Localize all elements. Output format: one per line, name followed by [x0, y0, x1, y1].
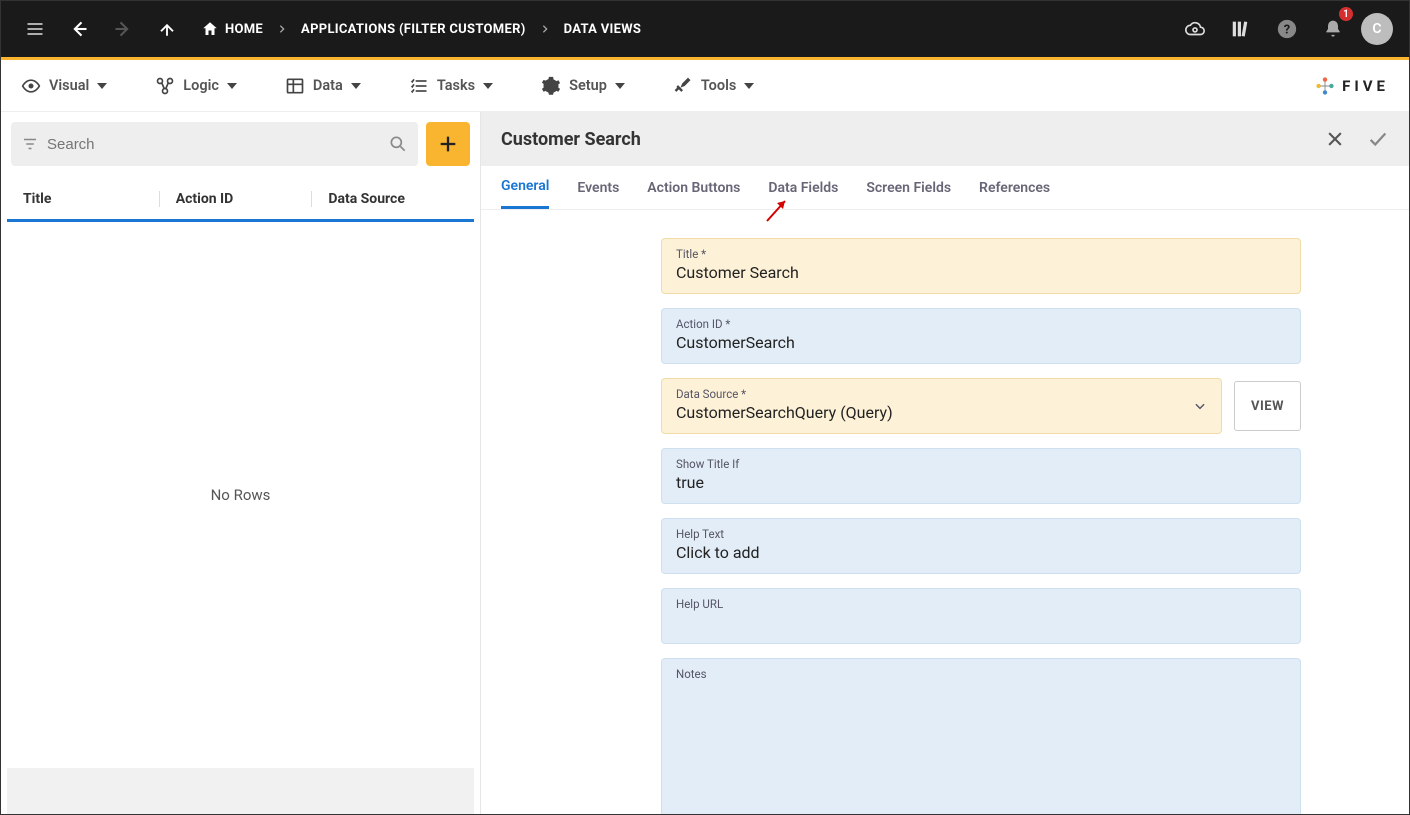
- left-panel: Title Action ID Data Source No Rows: [1, 112, 481, 814]
- filter-icon: [21, 135, 39, 153]
- field-notes-value: [676, 683, 1286, 703]
- th-data-source[interactable]: Data Source: [312, 191, 458, 207]
- plus-icon: [437, 133, 459, 155]
- menu-logic-label: Logic: [183, 77, 219, 94]
- close-button[interactable]: [1325, 129, 1345, 149]
- avatar-letter: C: [1372, 21, 1381, 37]
- field-title-label: Title *: [676, 247, 1286, 261]
- search-input[interactable]: [39, 136, 388, 153]
- tabs: General Events Action Buttons Data Field…: [481, 166, 1409, 210]
- field-action-id[interactable]: Action ID * CustomerSearch: [661, 308, 1301, 364]
- tab-general[interactable]: General: [501, 166, 549, 209]
- field-title[interactable]: Title * Customer Search: [661, 238, 1301, 294]
- menu-setup[interactable]: Setup: [541, 76, 625, 96]
- close-icon: [1325, 129, 1345, 149]
- crumb-applications-label: APPLICATIONS (FILTER CUSTOMER): [301, 22, 526, 37]
- caret-down-icon: [744, 81, 754, 91]
- svg-text:?: ?: [1284, 23, 1290, 38]
- field-show-title-if-value: true: [676, 473, 1286, 493]
- th-action-id[interactable]: Action ID: [160, 191, 313, 207]
- notifications-icon[interactable]: 1: [1315, 11, 1351, 47]
- field-data-source[interactable]: Data Source * CustomerSearchQuery (Query…: [661, 378, 1222, 434]
- menu-data[interactable]: Data: [285, 76, 361, 96]
- check-icon: [1367, 128, 1389, 150]
- field-action-id-label: Action ID *: [676, 317, 1286, 331]
- back-icon[interactable]: [61, 11, 97, 47]
- field-notes-label: Notes: [676, 667, 1286, 681]
- chevron-down-icon[interactable]: [1193, 399, 1207, 413]
- field-help-url-value: [676, 613, 1286, 633]
- forward-icon: [105, 11, 141, 47]
- help-icon[interactable]: ?: [1269, 11, 1305, 47]
- library-icon[interactable]: [1223, 11, 1259, 47]
- breadcrumb: HOME APPLICATIONS (FILTER CUSTOMER) DATA…: [201, 20, 641, 38]
- brand-logo: FIVE: [1314, 75, 1389, 97]
- avatar[interactable]: C: [1361, 13, 1393, 45]
- menu-visual-label: Visual: [49, 77, 89, 94]
- notification-badge: 1: [1339, 7, 1353, 21]
- crumb-applications[interactable]: APPLICATIONS (FILTER CUSTOMER): [301, 22, 526, 37]
- caret-down-icon: [97, 81, 107, 91]
- tab-data-fields[interactable]: Data Fields: [768, 166, 838, 209]
- table-header: Title Action ID Data Source: [7, 178, 474, 222]
- field-help-text[interactable]: Help Text Click to add: [661, 518, 1301, 574]
- field-data-source-label: Data Source *: [676, 387, 1207, 401]
- caret-down-icon: [483, 81, 493, 91]
- form-area[interactable]: Title * Customer Search Action ID * Cust…: [481, 210, 1409, 814]
- crumb-data-views[interactable]: DATA VIEWS: [564, 22, 642, 37]
- brand-name: FIVE: [1342, 77, 1389, 95]
- field-help-url-label: Help URL: [676, 597, 1286, 611]
- chevron-right-icon: [277, 24, 287, 34]
- field-notes[interactable]: Notes: [661, 658, 1301, 814]
- chevron-right-icon: [540, 24, 550, 34]
- no-rows-label: No Rows: [7, 222, 474, 768]
- view-button[interactable]: VIEW: [1234, 381, 1301, 431]
- view-button-label: VIEW: [1251, 399, 1284, 414]
- tab-references[interactable]: References: [979, 166, 1050, 209]
- left-footer: [7, 768, 474, 814]
- field-help-text-label: Help Text: [676, 527, 1286, 541]
- crumb-data-views-label: DATA VIEWS: [564, 22, 642, 37]
- menu-logic[interactable]: Logic: [155, 76, 237, 96]
- field-help-url[interactable]: Help URL: [661, 588, 1301, 644]
- field-help-text-value: Click to add: [676, 543, 1286, 563]
- add-button[interactable]: [426, 122, 470, 166]
- cloud-icon[interactable]: [1177, 11, 1213, 47]
- confirm-button[interactable]: [1367, 128, 1389, 150]
- menu-tools[interactable]: Tools: [673, 76, 754, 96]
- up-icon[interactable]: [149, 11, 185, 47]
- field-show-title-if[interactable]: Show Title If true: [661, 448, 1301, 504]
- menu-tools-label: Tools: [701, 77, 736, 94]
- field-action-id-value: CustomerSearch: [676, 333, 1286, 353]
- crumb-home[interactable]: HOME: [201, 20, 263, 38]
- panel-title: Customer Search: [501, 129, 641, 150]
- menu-tasks[interactable]: Tasks: [409, 76, 493, 96]
- caret-down-icon: [227, 81, 237, 91]
- search-icon[interactable]: [388, 134, 408, 154]
- menu-data-label: Data: [313, 77, 343, 94]
- search-input-wrap[interactable]: [11, 122, 418, 166]
- panel-header: Customer Search: [481, 112, 1409, 166]
- tab-action-buttons[interactable]: Action Buttons: [647, 166, 740, 209]
- caret-down-icon: [351, 81, 361, 91]
- crumb-home-label: HOME: [225, 22, 263, 37]
- menu-visual[interactable]: Visual: [21, 76, 107, 96]
- th-title[interactable]: Title: [23, 191, 160, 207]
- field-show-title-if-label: Show Title If: [676, 457, 1286, 471]
- menubar: Visual Logic Data Tasks Setup: [1, 60, 1409, 112]
- caret-down-icon: [615, 81, 625, 91]
- field-title-value: Customer Search: [676, 263, 1286, 283]
- menu-tasks-label: Tasks: [437, 77, 475, 94]
- field-data-source-value: CustomerSearchQuery (Query): [676, 403, 1207, 423]
- menu-setup-label: Setup: [569, 77, 607, 94]
- tab-screen-fields[interactable]: Screen Fields: [866, 166, 951, 209]
- right-panel: Customer Search General Events Action Bu…: [481, 112, 1409, 814]
- topbar: HOME APPLICATIONS (FILTER CUSTOMER) DATA…: [1, 1, 1409, 57]
- tab-events[interactable]: Events: [577, 166, 619, 209]
- menu-icon[interactable]: [17, 11, 53, 47]
